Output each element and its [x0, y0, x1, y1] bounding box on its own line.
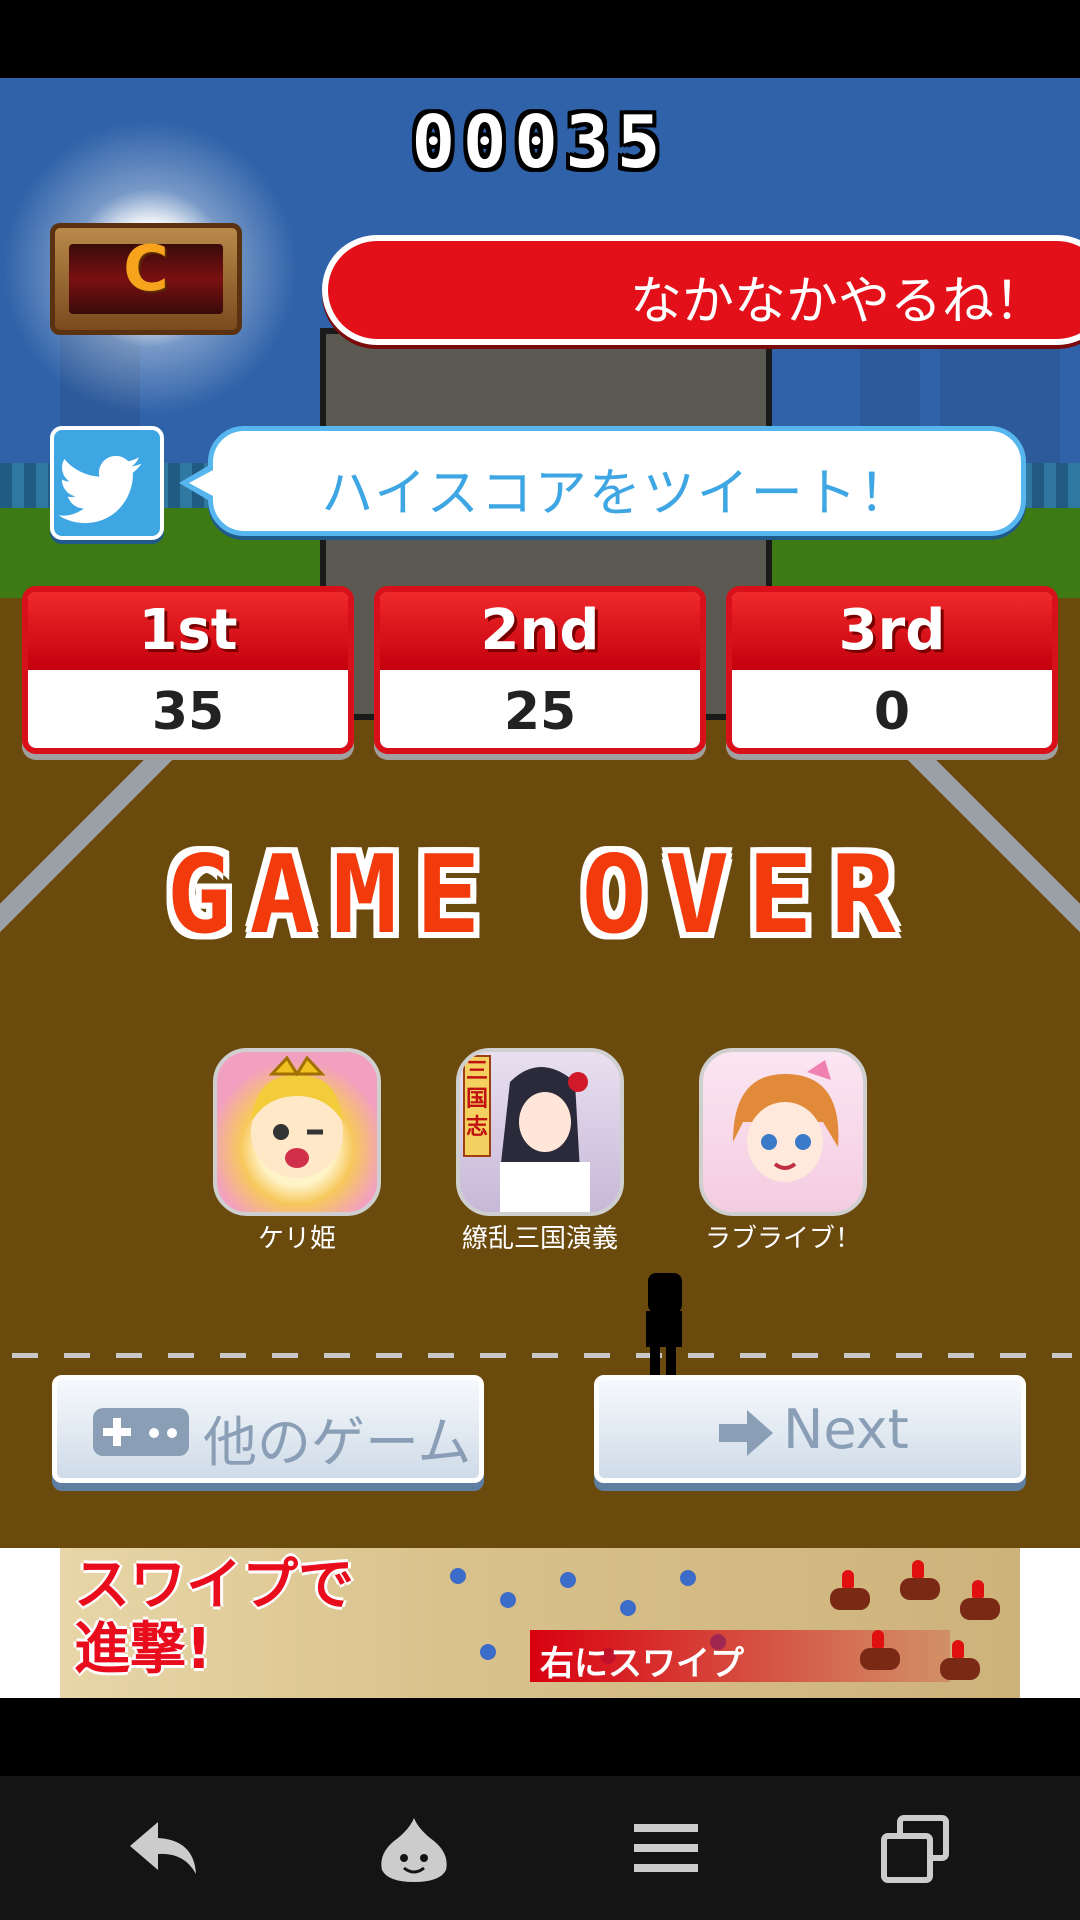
high-score-value: 25 [503, 682, 577, 742]
high-score-label: 2nd [480, 598, 600, 663]
back-icon[interactable] [124, 1814, 204, 1884]
cavalry-rider [860, 1630, 900, 1670]
player-runner [642, 1273, 686, 1383]
soldier [480, 1644, 496, 1660]
high-score-card-2: 2nd 25 [374, 586, 706, 754]
twitter-bird-icon [58, 455, 142, 524]
slime-home-icon[interactable] [374, 1814, 454, 1884]
app-label: ケリ姫 [257, 1224, 336, 1254]
next-button[interactable]: Next [594, 1375, 1026, 1483]
high-score-value: 0 [873, 682, 911, 742]
rank-letter: C [123, 232, 169, 305]
message-banner: なかなかやるね！ [322, 235, 1080, 345]
gamepad-button [149, 1428, 159, 1438]
princess-face-icon [251, 1055, 343, 1178]
game-screen: 00035 C なかなかやるね！ ハイスコアをツイート！ 1st 35 2nd … [0, 78, 1080, 1548]
soldier [620, 1600, 636, 1616]
game-over-title: GAME OVER [166, 833, 914, 958]
finish-line [12, 1353, 1072, 1358]
high-score-value: 35 [151, 682, 225, 742]
app-label: 繚乱三国演義 [461, 1224, 618, 1254]
runner-head [648, 1273, 682, 1313]
gamepad-button [167, 1428, 177, 1438]
menu-icon[interactable] [626, 1814, 706, 1884]
twitter-button[interactable] [50, 426, 164, 540]
status-bar [0, 0, 1080, 78]
high-score-card-3: 3rd 0 [726, 586, 1058, 754]
gamepad-dpad [103, 1428, 131, 1436]
high-score-label: 1st [138, 598, 238, 663]
soldier [680, 1570, 696, 1586]
message-text: なかなかやるね！ [629, 272, 1046, 332]
ad-headline-line2: 進撃! [74, 1617, 212, 1682]
recent-apps-icon[interactable] [876, 1814, 956, 1884]
app-icon-kerihime[interactable] [213, 1048, 381, 1216]
tweet-high-score-button[interactable]: ハイスコアをツイート！ [179, 426, 1026, 536]
tweet-label: ハイスコアをツイート！ [321, 464, 913, 524]
ad-headline-line1: スワイプで [74, 1553, 354, 1618]
app-label: ラブライブ！ [704, 1224, 861, 1254]
app-icon-lovelive[interactable] [699, 1048, 867, 1216]
idol-girl-icon [733, 1060, 839, 1182]
ad-tagline: 右にスワイプ [540, 1644, 744, 1684]
soldier [500, 1592, 516, 1608]
ad-headline: スワイプで 進撃! [74, 1554, 354, 1682]
next-label: Next [783, 1398, 909, 1461]
soldier [560, 1572, 576, 1588]
cavalry-rider [940, 1640, 980, 1680]
navigation-bar [0, 1776, 1080, 1920]
cavalry-rider [830, 1570, 870, 1610]
app-icon-sangokushi[interactable]: 三国志 [456, 1048, 624, 1216]
app-icon-text: 三国志 [466, 1059, 489, 1140]
cavalry-rider [960, 1580, 1000, 1620]
soldier [450, 1568, 466, 1584]
other-games-label: 他のゲーム [203, 1411, 472, 1474]
cavalry-rider [900, 1560, 940, 1600]
high-score-header: 3rd [732, 592, 1052, 670]
gamepad-icon [93, 1408, 189, 1456]
runner-body [646, 1311, 682, 1347]
high-score-header: 2nd [380, 592, 700, 670]
arrow-right-icon [719, 1410, 773, 1456]
high-score-label: 3rd [838, 598, 946, 663]
other-games-button[interactable]: 他のゲーム [52, 1375, 484, 1483]
rank-badge: C [50, 223, 242, 335]
high-score-card-1: 1st 35 [22, 586, 354, 754]
high-score-header: 1st [28, 592, 348, 670]
ad-banner[interactable]: スワイプで 進撃! 右にスワイプ [60, 1548, 1020, 1698]
